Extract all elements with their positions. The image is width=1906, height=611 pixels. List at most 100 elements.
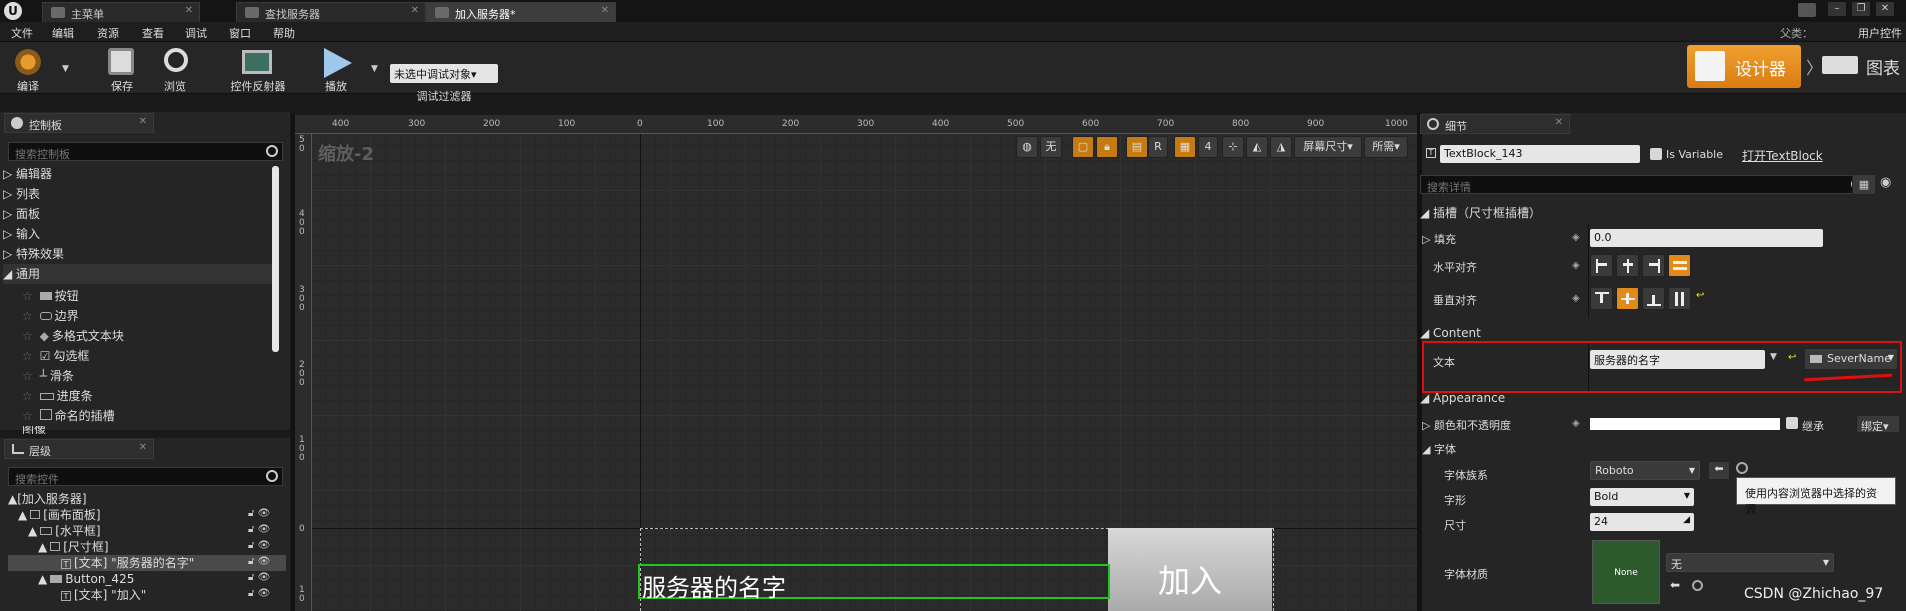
hierarchy-item-hbox[interactable]: ▲ [水平框] — [8, 523, 286, 539]
star-icon[interactable]: ☆ — [22, 309, 33, 323]
align-left-button[interactable] — [1590, 254, 1613, 277]
palette-widget-checkbox[interactable]: ☆ ☑ 勾选框 — [22, 346, 272, 366]
bookmark-icon[interactable] — [1798, 3, 1816, 17]
localization-none-button[interactable]: 无 — [1040, 136, 1062, 158]
palette-tab[interactable]: 控制板 ✕ — [4, 113, 154, 133]
widget-reflector-button[interactable]: 控件反射器 — [222, 46, 292, 93]
padding-row[interactable]: ▷ 填充 — [1422, 231, 1456, 247]
valign-top-button[interactable] — [1590, 287, 1613, 310]
color-opacity-row[interactable]: ▷ 颜色和不透明度 — [1422, 417, 1511, 433]
star-icon[interactable]: ☆ — [22, 409, 33, 423]
property-matrix-icon[interactable]: ▦ — [1852, 174, 1876, 195]
palette-category[interactable]: ▷ 列表 — [3, 184, 273, 204]
palette-category-expanded[interactable]: ◢ 通用 — [3, 264, 273, 284]
parent-class-value[interactable]: 用户控件 — [1858, 25, 1902, 41]
menu-window[interactable]: 窗口 — [229, 25, 251, 41]
region-icon[interactable]: ▢ — [1072, 136, 1094, 158]
valign-bottom-button[interactable] — [1642, 287, 1665, 310]
palette-widget-slider[interactable]: ☆ ┴ 滑条 — [22, 366, 272, 386]
menu-view[interactable]: 查看 — [142, 25, 164, 41]
hierarchy-search-input[interactable]: 搜索控件 — [8, 467, 283, 486]
lock-eye-icons[interactable]: 🔓︎ 👁︎ — [248, 588, 284, 604]
appearance-section-header[interactable]: ◢ Appearance — [1420, 391, 1505, 405]
chevron-down-icon[interactable]: ▼ — [371, 64, 378, 74]
reset-arrow-icon[interactable]: ↩ — [1788, 352, 1796, 363]
close-icon[interactable]: ✕ — [1555, 117, 1563, 128]
graph-mode-button[interactable]: 图表 — [1866, 54, 1900, 79]
valign-fill-button[interactable] — [1668, 287, 1691, 310]
hierarchy-item-text-selected[interactable]: T [文本] "服务器的名字" — [8, 555, 286, 571]
hierarchy-item-button[interactable]: ▲ Button_425 — [8, 571, 286, 587]
star-icon[interactable]: ☆ — [22, 329, 33, 343]
reset-arrow-icon[interactable]: ↩ — [1696, 290, 1704, 301]
palette-widget-namedslot[interactable]: ☆ 命名的插槽 — [22, 406, 272, 426]
mountain-icon[interactable]: ◮ — [1270, 136, 1292, 158]
palette-category[interactable]: ▷ 面板 — [3, 204, 273, 224]
inherit-checkbox[interactable] — [1786, 417, 1798, 429]
lock-icon[interactable]: 🔒︎ — [1096, 136, 1118, 158]
hierarchy-item-text-join[interactable]: T [文本] "加入" — [8, 587, 286, 603]
menu-asset[interactable]: 资源 — [97, 25, 119, 41]
hierarchy-item-sizebox[interactable]: ▲ [尺寸框] — [8, 539, 286, 555]
search-icon[interactable] — [1736, 462, 1748, 474]
star-icon[interactable]: ☆ — [22, 389, 33, 403]
typeface-dropdown[interactable]: Bold ▼ — [1590, 488, 1694, 506]
save-button[interactable]: 保存 — [100, 46, 140, 93]
close-icon[interactable]: ✕ — [601, 5, 609, 16]
palette-category[interactable]: ▷ 输入 — [3, 224, 273, 244]
palette-category[interactable]: ▷ 编辑器 — [3, 164, 273, 184]
valign-center-button[interactable] — [1616, 287, 1639, 310]
maximize-icon[interactable]: ❐ — [1852, 2, 1870, 16]
palette-search-input[interactable]: 搜索控制板 — [8, 142, 283, 161]
hierarchy-item-canvas[interactable]: ▲ [画布面板] — [8, 507, 286, 523]
lock-eye-icons[interactable]: 🔓︎ 👁︎ — [248, 508, 284, 524]
minimize-icon[interactable]: – — [1828, 2, 1846, 16]
lock-eye-icons[interactable]: 🔓︎ 👁︎ — [248, 572, 284, 588]
padding-field[interactable]: 0.0 — [1590, 229, 1823, 247]
palette-category[interactable]: ▷ 特殊效果 — [3, 244, 273, 264]
image-icon[interactable]: ◭ — [1246, 136, 1268, 158]
compile-button[interactable]: 编译 — [8, 46, 48, 93]
close-icon[interactable]: ✕ — [139, 442, 147, 453]
designer-mode-button[interactable]: 设计器 — [1687, 45, 1801, 88]
widget-name-field[interactable]: TextBlock_143 — [1440, 145, 1640, 163]
respect-locks-button[interactable]: R — [1148, 136, 1168, 158]
content-section-header[interactable]: ◢ Content — [1420, 326, 1481, 340]
slot-section-header[interactable]: ◢ 插槽（尺寸框插槽） — [1420, 204, 1541, 221]
outline-icon[interactable]: ▤ — [1126, 136, 1148, 158]
tab-join-server[interactable]: 加入服务器* ✕ — [426, 2, 616, 22]
details-tab[interactable]: 细节 ✕ — [1420, 114, 1570, 134]
palette-widget-progressbar[interactable]: ☆ 进度条 — [22, 386, 272, 406]
size-field[interactable]: 24 ◢ — [1590, 513, 1694, 531]
lock-eye-icons[interactable]: 🔓︎ 👁︎ — [248, 556, 284, 572]
hierarchy-tab[interactable]: 层级 ✕ — [4, 439, 154, 459]
menu-help[interactable]: 帮助 — [273, 25, 295, 41]
color-swatch[interactable] — [1590, 418, 1780, 430]
align-right-button[interactable] — [1642, 254, 1665, 277]
palette-widget-image[interactable]: 图像 — [22, 426, 272, 434]
screen-size-dropdown[interactable]: 屏幕尺寸▾ — [1294, 136, 1362, 158]
reset-binding-icon[interactable]: ◈ — [1572, 232, 1580, 243]
close-window-icon[interactable]: ✕ — [1876, 2, 1894, 16]
star-icon[interactable]: ☆ — [22, 369, 33, 383]
text-value-field[interactable]: 服务器的名字 — [1590, 350, 1765, 369]
font-family-dropdown[interactable]: Roboto ▼ — [1590, 461, 1700, 480]
align-fill-button[interactable] — [1668, 254, 1691, 277]
globe-icon[interactable]: ◍ — [1016, 136, 1038, 158]
material-dropdown[interactable]: 无 ▼ — [1666, 553, 1834, 572]
server-name-text-widget[interactable]: 服务器的名字 — [638, 564, 1110, 602]
menu-debug[interactable]: 调试 — [185, 25, 207, 41]
palette-widget-border[interactable]: ☆ 边界 — [22, 306, 272, 326]
chevron-down-icon[interactable]: ▼ — [1770, 352, 1777, 362]
palette-widget-button[interactable]: ☆ 按钮 — [22, 286, 272, 306]
star-icon[interactable]: ☆ — [22, 349, 33, 363]
material-thumbnail[interactable]: None — [1592, 540, 1660, 604]
open-textblock-link[interactable]: 打开TextBlock — [1742, 147, 1823, 164]
palette-scrollbar[interactable] — [272, 166, 279, 352]
palette-widget-richtext[interactable]: ☆ ◆ 多格式文本块 — [22, 326, 272, 346]
align-center-button[interactable] — [1616, 254, 1639, 277]
grid-size-button[interactable]: 4 — [1198, 136, 1218, 158]
close-icon[interactable]: ✕ — [411, 5, 419, 16]
reset-binding-icon[interactable]: ◈ — [1572, 260, 1580, 271]
star-icon[interactable]: ☆ — [22, 289, 33, 303]
